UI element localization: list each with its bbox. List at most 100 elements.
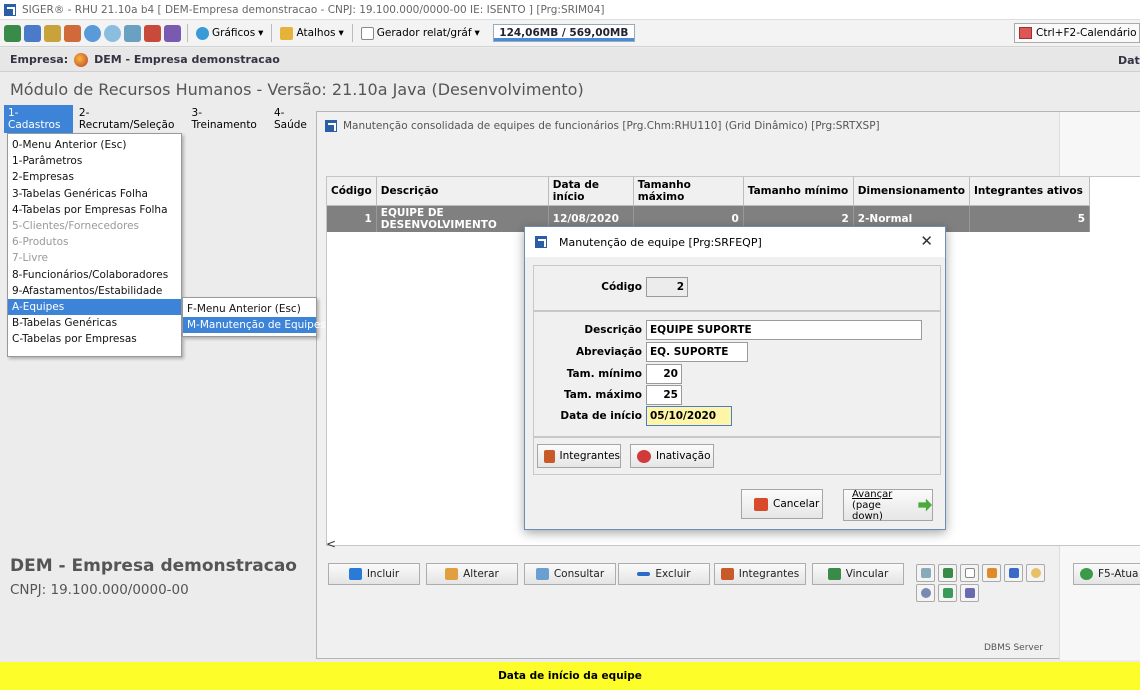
toolbar-separator bbox=[351, 24, 353, 42]
refresh-button[interactable]: F5-Atua bbox=[1073, 563, 1140, 585]
close-icon[interactable]: ✕ bbox=[920, 234, 933, 249]
data-inicio-label: Data de início bbox=[560, 410, 642, 422]
vincular-button[interactable]: Vincular bbox=[812, 563, 904, 585]
menu-treinamento[interactable]: 3-Treinamento bbox=[188, 105, 268, 133]
edit-icon bbox=[445, 568, 459, 580]
consultar-label: Consultar bbox=[553, 568, 605, 580]
column-header[interactable]: Integrantes ativos bbox=[969, 177, 1091, 206]
cancelar-button[interactable]: Cancelar bbox=[741, 489, 823, 519]
document-icon[interactable] bbox=[960, 564, 979, 582]
abreviacao-field[interactable]: EQ. SUPORTE bbox=[646, 342, 748, 362]
integrantes-dialog-label: Integrantes bbox=[559, 450, 620, 462]
tam-maximo-label: Tam. máximo bbox=[563, 389, 642, 401]
dropdown-item[interactable]: C-Tabelas por Empresas bbox=[8, 331, 181, 347]
document-icon[interactable] bbox=[24, 24, 41, 42]
dropdown-item[interactable]: 3-Tabelas Genéricas Folha bbox=[8, 186, 181, 202]
codigo-label: Código bbox=[601, 281, 642, 293]
dropdown-item[interactable]: 0-Menu Anterior (Esc) bbox=[8, 137, 181, 153]
cell-codigo[interactable]: 1 bbox=[327, 205, 377, 232]
memory-indicator: 124,06MB / 569,00MB bbox=[492, 24, 635, 42]
cell-integrantes[interactable]: 5 bbox=[969, 205, 1091, 232]
incluir-button[interactable]: Incluir bbox=[328, 563, 420, 585]
dropdown-item[interactable]: 1-Parâmetros bbox=[8, 153, 181, 169]
graficos-button[interactable]: Gráficos ▾ bbox=[194, 26, 265, 40]
dialog-title: Manutenção de equipe [Prg:SRFEQP] bbox=[559, 235, 762, 249]
alterar-button[interactable]: Alterar bbox=[426, 563, 518, 585]
submenu-item[interactable]: F-Menu Anterior (Esc) bbox=[183, 301, 316, 317]
dropdown-item[interactable]: B-Tabelas Genéricas bbox=[8, 315, 181, 331]
teams-table: Código Descrição Data de início Tamanho … bbox=[327, 177, 1091, 232]
tam-maximo-field[interactable]: 25 bbox=[646, 385, 682, 405]
avancar-label: Avançar (page down) bbox=[852, 489, 913, 522]
network-icon[interactable] bbox=[44, 24, 61, 42]
export-icon[interactable] bbox=[982, 564, 1001, 582]
company-bar-name: DEM - Empresa demonstracao bbox=[94, 53, 280, 66]
team-edit-dialog: Manutenção de equipe [Prg:SRFEQP] ✕ Códi… bbox=[524, 226, 946, 530]
calendar-icon bbox=[1019, 27, 1032, 39]
dropdown-item[interactable]: 8-Funcionários/Colaboradores bbox=[8, 267, 181, 283]
column-header[interactable]: Dimensionamento bbox=[853, 177, 971, 206]
avancar-label-line1: Avançar bbox=[852, 488, 893, 500]
help-icon[interactable] bbox=[84, 24, 101, 42]
avancar-button[interactable]: Avançar (page down) bbox=[843, 489, 933, 522]
calendar-button[interactable]: Ctrl+F2-Calendário bbox=[1014, 23, 1140, 43]
columns-icon[interactable] bbox=[1004, 564, 1023, 582]
column-header[interactable]: Data de início bbox=[548, 177, 634, 206]
checklist-icon[interactable] bbox=[960, 584, 979, 602]
chart-icon bbox=[196, 26, 209, 40]
tree-icon[interactable] bbox=[64, 24, 81, 42]
menu-cadastros[interactable]: 1-Cadastros bbox=[4, 105, 73, 133]
incluir-label: Incluir bbox=[366, 568, 400, 580]
column-header[interactable]: Tamanho máximo bbox=[633, 177, 744, 206]
dropdown-item[interactable]: A-Equipes bbox=[8, 298, 181, 316]
shortcut-icon bbox=[280, 26, 294, 40]
gerador-button[interactable]: Gerador relat/gráf ▾ bbox=[359, 26, 482, 40]
column-header[interactable]: Código bbox=[327, 177, 377, 206]
dropdown-item[interactable]: 2-Empresas bbox=[8, 169, 181, 185]
view-icon[interactable] bbox=[124, 24, 141, 42]
spreadsheet-icon[interactable] bbox=[938, 564, 957, 582]
data-inicio-field[interactable]: 05/10/2020 bbox=[646, 406, 732, 426]
main-toolbar: Gráficos ▾ Atalhos ▾ Gerador relat/gráf ▾ 1… bbox=[0, 20, 1140, 47]
menu-saude[interactable]: 4-Saúde bbox=[270, 105, 320, 133]
tam-minimo-field[interactable]: 20 bbox=[646, 364, 682, 384]
company-bar-label: Empresa: bbox=[10, 53, 69, 66]
user-icon[interactable] bbox=[938, 584, 957, 602]
integrantes-label: Integrantes bbox=[738, 568, 800, 580]
users-icon[interactable] bbox=[144, 24, 161, 42]
excluir-label: Excluir bbox=[655, 568, 691, 580]
chevron-down-icon: ▾ bbox=[474, 27, 480, 39]
refresh-icon bbox=[1080, 568, 1093, 580]
dropdown-item: 6-Produtos bbox=[12, 236, 69, 249]
print-icon[interactable] bbox=[164, 24, 181, 42]
cell-descricao[interactable]: EQUIPE DE DESENVOLVIMENTO bbox=[376, 205, 549, 232]
descricao-field[interactable]: EQUIPE SUPORTE bbox=[646, 320, 922, 340]
submenu-item[interactable]: M-Manutenção de Equipes bbox=[183, 317, 326, 334]
scroll-left-arrow[interactable]: < bbox=[326, 537, 336, 551]
palette-icon[interactable] bbox=[1026, 564, 1045, 582]
company-name: DEM - Empresa demonstracao bbox=[10, 556, 297, 576]
graficos-label: Gráficos bbox=[212, 27, 256, 39]
dropdown-item: 5-Clientes/Fornecedores bbox=[12, 219, 140, 232]
window-title: SIGER® - RHU 21.10a b4 [ DEM-Empresa dem… bbox=[22, 3, 605, 16]
cancel-icon bbox=[754, 497, 768, 511]
excluir-button[interactable]: Excluir bbox=[618, 563, 710, 585]
atalhos-label: Atalhos bbox=[296, 27, 336, 39]
settings-icon[interactable] bbox=[916, 584, 935, 602]
consultar-button[interactable]: Consultar bbox=[524, 563, 616, 585]
mail-icon[interactable] bbox=[104, 24, 121, 42]
atalhos-button[interactable]: Atalhos ▾ bbox=[278, 26, 345, 40]
column-header[interactable]: Descrição bbox=[376, 177, 549, 206]
integrantes-dialog-button[interactable]: Integrantes bbox=[537, 444, 621, 468]
integrantes-button[interactable]: Integrantes bbox=[714, 563, 806, 585]
chevron-down-icon: ▾ bbox=[258, 27, 264, 39]
dropdown-item[interactable]: 9-Afastamentos/Estabilidade bbox=[8, 283, 181, 299]
column-header[interactable]: Tamanho mínimo bbox=[743, 177, 854, 206]
view-icon[interactable] bbox=[916, 564, 935, 582]
menu-recrutamento[interactable]: 2-Recrutam/Seleção bbox=[75, 105, 186, 133]
inativacao-button[interactable]: Inativação bbox=[630, 444, 714, 468]
dropdown-item[interactable]: 4-Tabelas por Empresas Folha bbox=[8, 202, 181, 218]
abreviacao-label: Abreviação bbox=[576, 346, 642, 358]
back-icon[interactable] bbox=[4, 24, 21, 42]
toolbar-separator bbox=[187, 24, 188, 42]
